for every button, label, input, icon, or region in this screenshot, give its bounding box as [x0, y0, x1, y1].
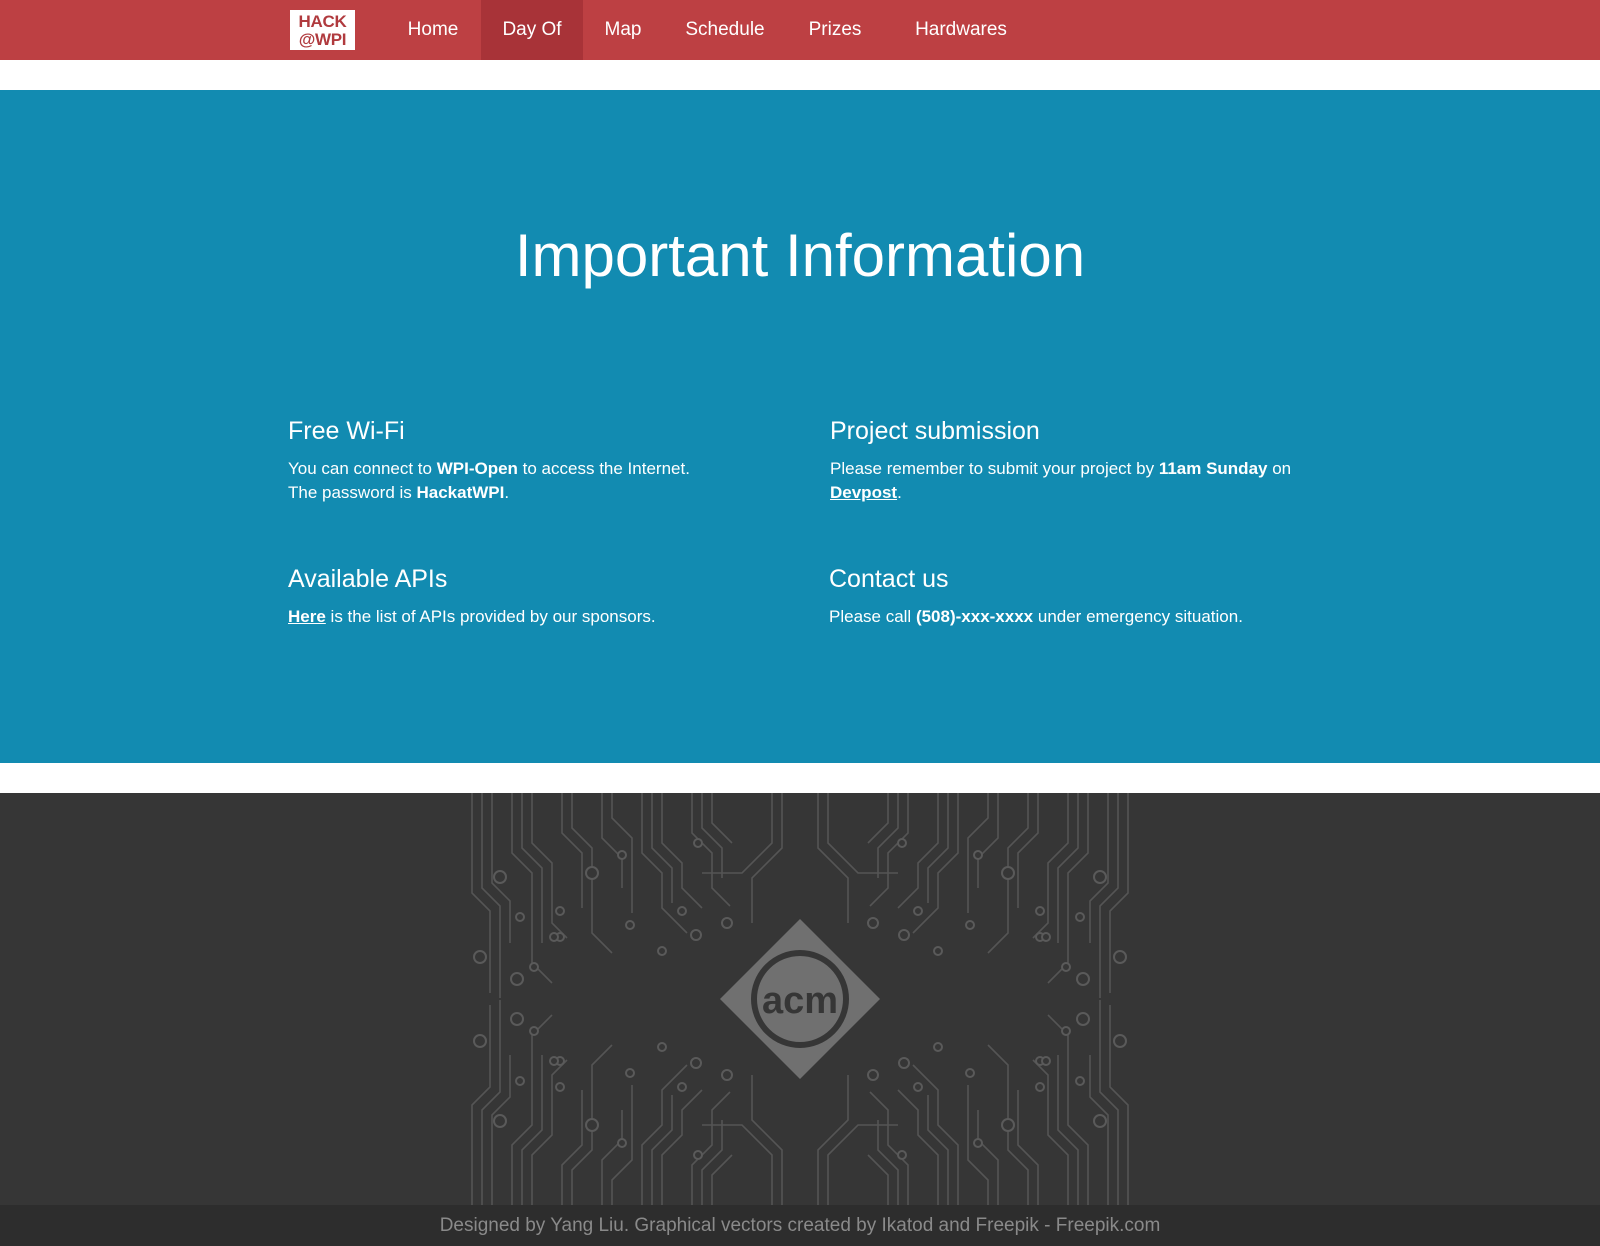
nav-item-schedule[interactable]: Schedule [676, 0, 774, 60]
apis-text-body: is the list of APIs provided by our spon… [325, 607, 656, 626]
contact-phone: (508)-xxx-xxxx [915, 607, 1034, 626]
submission-text-3: . [897, 483, 902, 502]
wifi-text-1: You can connect to [288, 459, 437, 478]
contact-text-1: Please call [829, 607, 916, 626]
footer-credits: Designed by Yang Liu. Graphical vectors … [439, 1215, 1161, 1236]
wifi-network-name: WPI-Open [436, 459, 518, 478]
contact-heading: Contact us [829, 565, 949, 593]
devpost-link[interactable]: Devpost [830, 483, 897, 502]
footer-circuit-art: acm [0, 793, 1600, 1205]
nav-item-day-of[interactable]: Day Of [481, 0, 583, 60]
logo-line-1: HACK [298, 12, 347, 31]
apis-here-link[interactable]: Here [288, 607, 326, 626]
wifi-password: HackatWPI [416, 483, 505, 502]
important-information-section: Important Information Free Wi-Fi You can… [0, 90, 1600, 763]
top-navbar: HACK @WPI Home Day Of Map Schedule Prize… [0, 0, 1600, 60]
submission-text-1: Please remember to submit your project b… [830, 459, 1159, 478]
section-title: Important Information [514, 222, 1086, 289]
wifi-text-4: . [504, 483, 510, 502]
acm-logo-text: acm [762, 980, 838, 1022]
contact-text-2: under emergency situation. [1033, 607, 1243, 626]
hackwpi-logo[interactable]: HACK @WPI [290, 10, 355, 50]
apis-text: Here is the list of APIs provided by our… [288, 605, 808, 629]
submission-text: Please remember to submit your project b… [830, 457, 1350, 505]
submission-heading: Project submission [830, 417, 1040, 445]
circuit-pattern: acm [471, 793, 1129, 1205]
nav-item-hardwares[interactable]: Hardwares [900, 0, 1022, 60]
nav-item-prizes[interactable]: Prizes [798, 0, 872, 60]
logo-line-2: @WPI [298, 30, 347, 49]
wifi-heading: Free Wi-Fi [288, 417, 405, 445]
nav-item-map[interactable]: Map [593, 0, 653, 60]
submission-text-2: on [1267, 459, 1292, 478]
wifi-text-2: to access the Internet. [517, 459, 690, 478]
footer-credits-bar: Designed by Yang Liu. Graphical vectors … [0, 1205, 1600, 1246]
wifi-text-3: The password is [288, 483, 417, 502]
contact-text: Please call (508)-xxx-xxxx under emergen… [829, 605, 1349, 629]
wifi-card: Free Wi-Fi You can connect to WPI-Open t… [288, 415, 808, 505]
nav-item-home[interactable]: Home [395, 0, 471, 60]
submission-card: Project submission Please remember to su… [830, 415, 1350, 505]
submission-deadline: 11am Sunday [1158, 459, 1268, 478]
apis-card: Available APIs Here is the list of APIs … [288, 563, 808, 629]
acm-logo: acm [720, 919, 880, 1079]
wifi-text: You can connect to WPI-Open to access th… [288, 457, 808, 505]
contact-card: Contact us Please call (508)-xxx-xxxx un… [829, 563, 1349, 629]
apis-heading: Available APIs [288, 565, 448, 593]
